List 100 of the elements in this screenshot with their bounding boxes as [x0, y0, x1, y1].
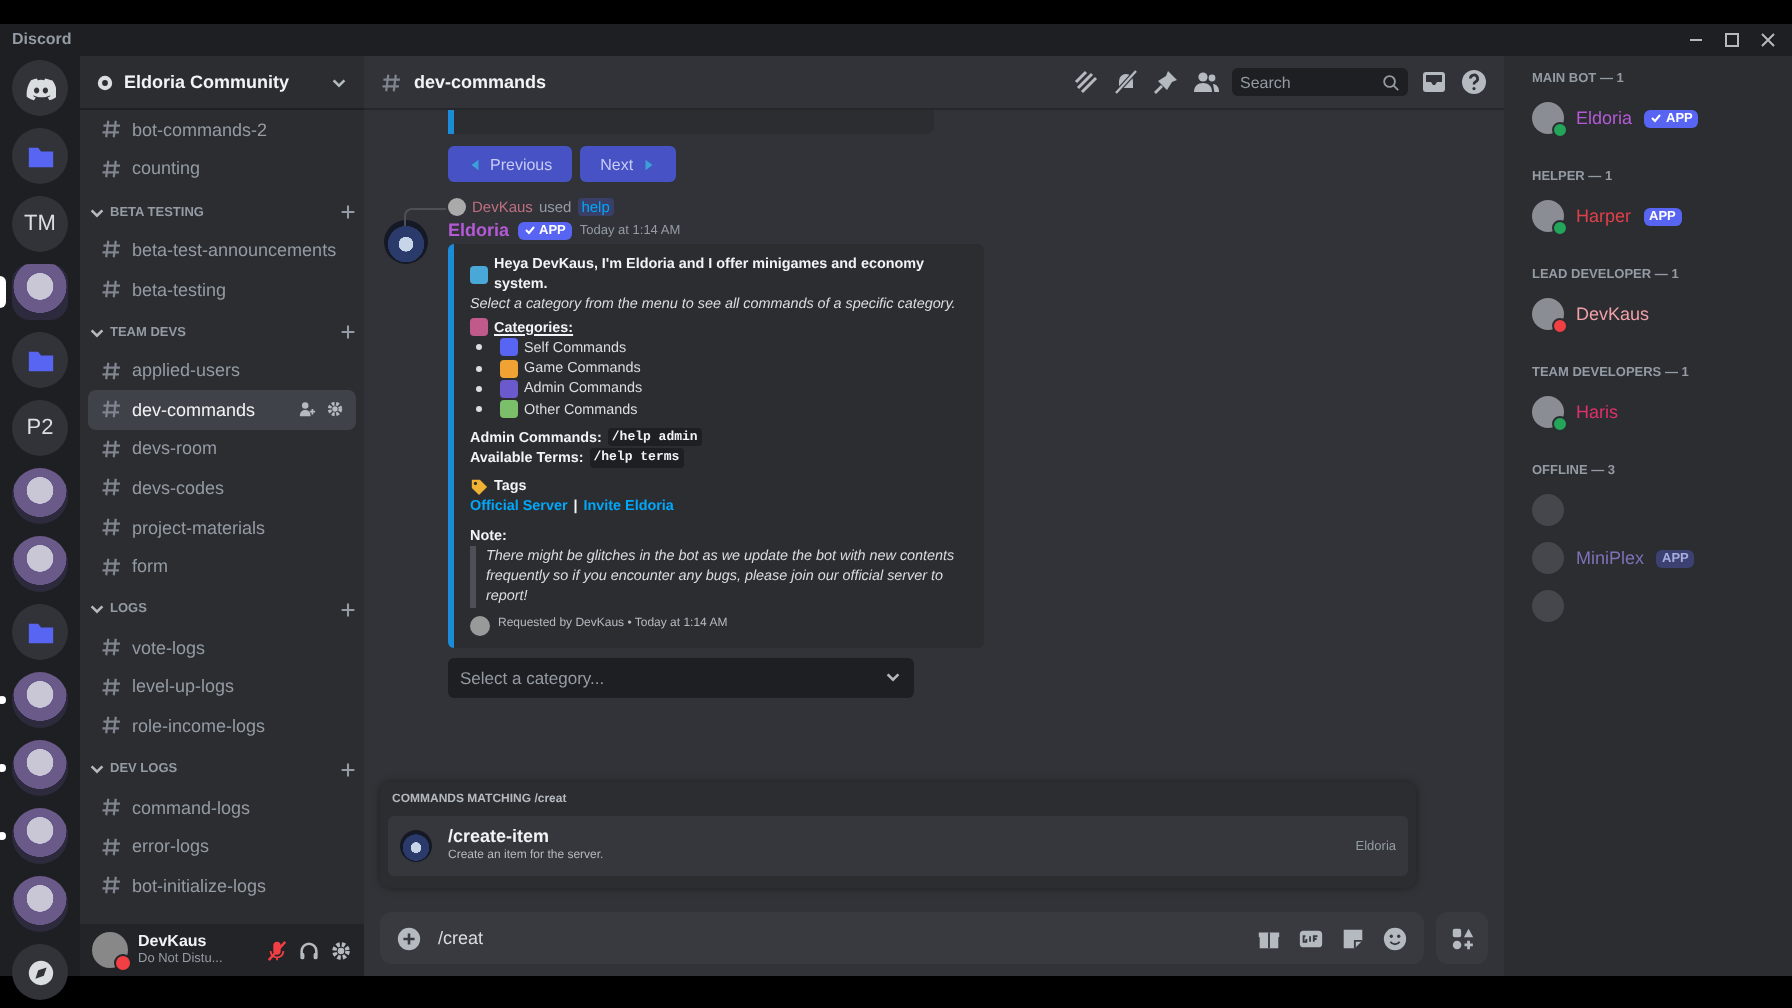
next-button[interactable]: Next	[580, 146, 676, 182]
chevron-down-icon	[884, 668, 902, 686]
channel-item[interactable]: role-income-logs	[88, 706, 356, 746]
channel-item[interactable]: devs-room	[88, 429, 356, 469]
logo-icon	[25, 73, 55, 103]
apps-button[interactable]	[1436, 912, 1488, 964]
headphones-icon[interactable]	[298, 939, 320, 961]
settings-icon[interactable]	[330, 939, 352, 961]
channel-item[interactable]: beta-test-announcements	[88, 230, 356, 270]
channel-item[interactable]: error-logs	[88, 826, 356, 866]
close-icon[interactable]	[1760, 32, 1776, 48]
plus-icon	[340, 204, 356, 221]
chevron-icon	[88, 323, 106, 342]
channel-item[interactable]: command-logs	[88, 787, 356, 827]
member-item[interactable]: Haris	[1520, 388, 1776, 436]
message-field[interactable]: /creat	[380, 912, 1424, 964]
app-title: Discord	[10, 30, 72, 52]
help-icon[interactable]	[1460, 68, 1488, 96]
emoji-icon	[470, 318, 488, 337]
status-dot	[1552, 318, 1568, 334]
channel-item[interactable]: counting	[88, 149, 356, 189]
check-icon	[523, 224, 536, 236]
member-avatar	[1532, 542, 1564, 574]
hash-icon	[100, 157, 122, 180]
bullet-icon	[476, 344, 482, 351]
plus-icon	[340, 324, 356, 341]
emoji-icon[interactable]	[1382, 925, 1408, 951]
member-item[interactable]: DevKaus	[1520, 290, 1776, 338]
member-name: DevKaus	[1576, 304, 1650, 324]
server-badge-icon	[96, 73, 114, 91]
hash-icon	[100, 437, 122, 460]
plus-icon	[340, 601, 356, 618]
chevron-icon	[88, 600, 106, 619]
right-arrow-icon	[641, 157, 656, 171]
apps-icon	[1449, 925, 1475, 951]
status-dot	[1552, 122, 1568, 138]
threads-icon[interactable]	[1072, 68, 1100, 96]
server-name[interactable]: Eldoria Community	[124, 72, 320, 92]
member-name: MiniPlex	[1576, 548, 1645, 568]
message-input[interactable]: /creat	[438, 928, 1240, 948]
user-avatar[interactable]	[92, 932, 128, 968]
plus-icon	[340, 761, 356, 778]
hash-icon	[100, 675, 122, 698]
muted-bell-icon[interactable]	[1112, 68, 1140, 96]
channel-item[interactable]: applied-users	[88, 350, 356, 390]
emoji-icon	[470, 265, 488, 284]
user-name: DevKaus	[138, 934, 209, 952]
author-name[interactable]: Eldoria	[448, 220, 510, 240]
channel-title: dev-commands	[414, 72, 549, 92]
bullet-icon	[476, 385, 482, 392]
maximize-icon[interactable]	[1724, 32, 1740, 48]
hash-icon	[100, 714, 122, 737]
bot-avatar[interactable]	[384, 220, 428, 264]
pin-icon[interactable]	[1152, 68, 1180, 96]
hash-icon	[100, 555, 122, 578]
channel-item[interactable]: vote-logs	[88, 627, 356, 668]
member-name: Haris	[1576, 402, 1619, 422]
channel-item[interactable]: form	[88, 546, 356, 586]
sticker-icon[interactable]	[1340, 925, 1366, 951]
chevron-icon	[88, 760, 106, 779]
user-avatar	[470, 615, 490, 635]
left-arrow-icon	[468, 157, 482, 171]
tag-icon	[470, 477, 488, 496]
plus-icon[interactable]	[396, 925, 422, 951]
compass-icon	[25, 957, 55, 987]
channel-item[interactable]: bot-commands-2	[88, 110, 356, 150]
invite-icon	[298, 400, 316, 419]
search-field[interactable]: Search	[1232, 68, 1408, 96]
hash-icon	[100, 476, 122, 499]
channel-item[interactable]: dev-commands	[88, 389, 356, 430]
channel-item[interactable]: bot-initialize-logs	[88, 865, 356, 905]
command-name: /create-item	[448, 826, 552, 849]
member-name: Harper	[1576, 206, 1632, 226]
member-name: Eldoria	[1576, 108, 1633, 128]
bullet-icon	[476, 365, 482, 372]
channel-item[interactable]: level-up-logs	[88, 667, 356, 707]
hash-icon	[100, 636, 122, 659]
gif-icon[interactable]	[1298, 925, 1324, 951]
settings-icon	[326, 400, 344, 419]
muted-microphone-icon[interactable]	[266, 939, 288, 961]
hash-icon	[100, 398, 122, 421]
hash-icon	[100, 359, 122, 382]
channel-item[interactable]: project-materials	[88, 507, 356, 547]
status-dot	[1552, 220, 1568, 236]
hash-icon	[380, 71, 402, 93]
hash-icon	[100, 874, 122, 897]
channel-item[interactable]: devs-codes	[88, 468, 356, 508]
inbox-icon[interactable]	[1420, 68, 1448, 96]
category-select[interactable]: Select a category...	[448, 657, 914, 697]
search-icon	[1382, 73, 1400, 91]
channel-item[interactable]: beta-testing	[88, 269, 356, 309]
member-avatar	[1532, 590, 1564, 622]
members-icon[interactable]	[1192, 68, 1220, 96]
check-icon	[1650, 112, 1663, 124]
hash-icon	[100, 278, 122, 301]
bullet-icon	[476, 406, 482, 413]
hash-icon	[100, 238, 122, 261]
previous-button[interactable]: Previous	[448, 146, 573, 182]
member-avatar	[1532, 494, 1564, 526]
user-avatar	[448, 198, 466, 216]
